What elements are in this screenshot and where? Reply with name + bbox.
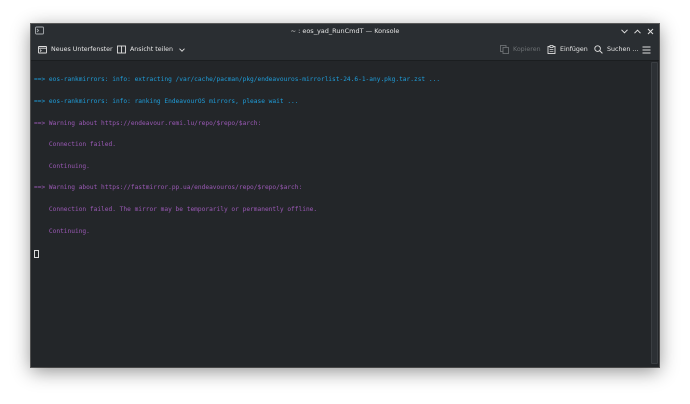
terminal-line: ==> eos-rankmirrors: info: ranking Endea… [34, 98, 299, 105]
search-icon [594, 45, 603, 54]
paste-label: Einfügen [560, 46, 588, 53]
new-tab-icon [38, 45, 47, 54]
toolbar: Neues Unterfenster Ansicht teilen Kopier… [31, 39, 659, 61]
paste-icon [547, 45, 556, 54]
split-view-icon [117, 45, 126, 54]
copy-icon [500, 45, 509, 54]
chevron-down-icon [621, 29, 628, 34]
terminal-line: Continuing. [34, 227, 90, 235]
copy-label: Kopieren [513, 46, 541, 53]
maximize-button[interactable] [631, 24, 644, 39]
terminal-line: ==> eos-rankmirrors: info: extracting /v… [34, 76, 441, 84]
hamburger-menu-icon [642, 45, 651, 54]
chevron-up-icon [634, 29, 641, 34]
minimize-button[interactable] [618, 24, 631, 39]
window-title: ~ : eos_yad_RunCmdT — Konsole [290, 27, 400, 35]
search-button[interactable]: Suchen … [594, 42, 639, 57]
prompt-line [34, 249, 651, 259]
vertical-scrollbar[interactable] [651, 62, 658, 364]
konsole-window: ~ : eos_yad_RunCmdT — Konsole Neues Unte… [31, 24, 659, 367]
copy-button[interactable]: Kopieren [500, 42, 541, 57]
close-button[interactable] [644, 24, 657, 39]
new-tab-button[interactable]: Neues Unterfenster [38, 42, 113, 57]
new-tab-label: Neues Unterfenster [51, 46, 113, 53]
terminal-line: Continuing. [34, 162, 90, 170]
terminal-line: Connection failed. [34, 141, 116, 149]
split-view-button[interactable]: Ansicht teilen [117, 42, 185, 57]
split-view-label: Ansicht teilen [130, 46, 173, 53]
terminal-line: Connection failed. The mirror may be tem… [34, 205, 318, 213]
menu-button[interactable] [642, 42, 651, 57]
text-cursor [34, 250, 39, 259]
terminal-output[interactable]: ==> eos-rankmirrors: info: extracting /v… [31, 61, 651, 367]
close-icon [647, 28, 654, 35]
paste-button[interactable]: Einfügen [547, 42, 588, 57]
search-label: Suchen … [607, 46, 639, 53]
chevron-down-icon [179, 47, 185, 52]
terminal-line: ==> Warning about https://endeavour.remi… [34, 119, 262, 127]
terminal-line: ==> Warning about https://fastmirror.pp.… [34, 184, 303, 192]
title-bar[interactable]: ~ : eos_yad_RunCmdT — Konsole [31, 24, 659, 39]
